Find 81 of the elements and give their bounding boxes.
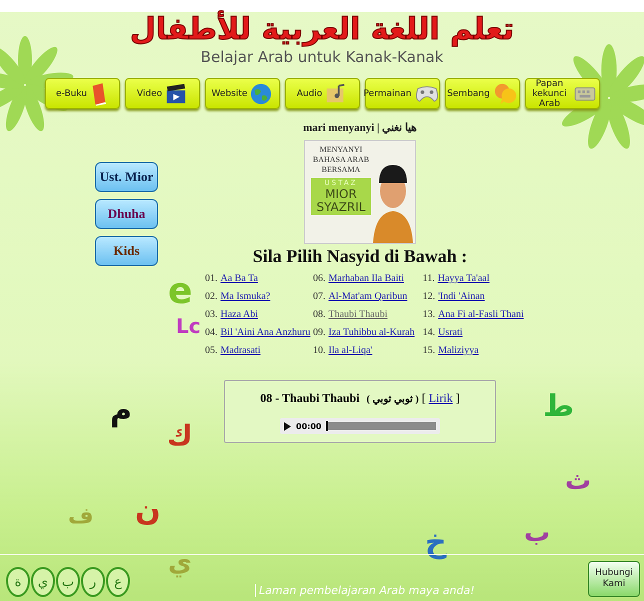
song-number: 11.	[422, 273, 435, 284]
floating-letter: ث	[565, 468, 592, 494]
song-link[interactable]: Ana Fi al-Fasli Thani	[438, 309, 524, 320]
music-folder-icon	[325, 82, 348, 104]
song-link[interactable]: Ila al-Liqa'	[328, 345, 372, 356]
globe-icon	[250, 82, 272, 104]
floating-letter: ن	[135, 496, 161, 526]
nav-button[interactable]: Video	[124, 78, 200, 109]
floating-letter: ف	[68, 506, 94, 528]
song-link[interactable]: Thaubi Thaubi	[328, 309, 388, 320]
banner-text: BERSAMA	[322, 165, 360, 175]
song-number: 04.	[205, 327, 218, 338]
song-link[interactable]: Marhaban Ila Baiti	[328, 273, 404, 284]
nav-button[interactable]: e-Buku	[44, 78, 120, 109]
nav-button[interactable]: Website	[204, 78, 280, 109]
song-number: 12.	[422, 291, 436, 302]
play-icon[interactable]	[284, 422, 291, 430]
song-link[interactable]: Maliziyya	[438, 345, 479, 356]
site-subtitle: Belajar Arab untuk Kanak-Kanak	[200, 48, 444, 66]
banner-text: SYAZRIL	[316, 201, 366, 214]
floating-letter: ي	[168, 550, 192, 576]
floating-letter: خ	[425, 528, 447, 558]
letter-pin: ر	[81, 567, 105, 597]
song-number: 02.	[205, 291, 218, 302]
gamepad-icon	[414, 84, 440, 104]
song-link[interactable]: Hayya Ta'aal	[438, 273, 490, 284]
song-number: 05.	[205, 345, 218, 356]
song-link[interactable]: Ma Ismuka?	[220, 291, 270, 302]
song-number: 03.	[205, 309, 218, 320]
clapperboard-icon	[165, 82, 188, 104]
keyboard-icon	[574, 86, 596, 102]
song-link[interactable]: 'Indi 'Ainan	[438, 291, 485, 302]
song-link[interactable]: Madrasati	[220, 345, 260, 356]
song-number: 14.	[422, 327, 436, 338]
nav-button[interactable]: Sembang	[444, 78, 520, 109]
banner-text: MENYANYI	[320, 145, 362, 155]
song-link[interactable]: Iza Tuhibbu al-Kurah	[328, 327, 415, 338]
side-button[interactable]: Ust. Mior	[95, 162, 158, 192]
side-button[interactable]: Kids	[95, 236, 158, 266]
song-link[interactable]: Bil 'Aini Ana Anzhuru	[220, 327, 310, 338]
letter-pin: ة	[6, 567, 30, 597]
banner-text: BAHASA ARAB	[312, 155, 370, 165]
letter-pin: ب	[56, 567, 80, 597]
book-icon	[90, 82, 108, 106]
floating-letter: ب	[524, 520, 550, 546]
song-link[interactable]: Aa Ba Ta	[220, 273, 258, 284]
letter-pin: ي	[31, 567, 55, 597]
floating-letter: ط	[543, 392, 574, 422]
bracket: ]	[456, 391, 460, 406]
site-title: تعلم اللغة العربية للأطفال	[130, 12, 514, 48]
footer-tagline: Laman pembelajaran Arab maya anda!	[255, 584, 475, 597]
lyrics-link[interactable]: Lirik	[428, 391, 453, 406]
time-display: 00:00	[296, 422, 322, 430]
side-button[interactable]: Dhuha	[95, 199, 158, 229]
list-heading: Sila Pilih Nasyid di Bawah :	[252, 246, 468, 267]
banner-text: MIOR	[325, 188, 357, 201]
song-number: 08.	[313, 309, 326, 320]
floating-letter: ك	[167, 422, 193, 450]
floating-letter: Lc	[176, 316, 201, 336]
progress-track[interactable]	[326, 422, 436, 430]
song-number: 07.	[313, 291, 326, 302]
song-number: 01.	[205, 273, 218, 284]
song-link[interactable]: Usrati	[438, 327, 463, 338]
song-link[interactable]: Haza Abi	[220, 309, 258, 320]
song-number: 13.	[422, 309, 436, 320]
song-link[interactable]: Al-Mat'am Qaribun	[328, 291, 408, 302]
track-title: 08 - Thaubi Thaubi	[260, 391, 360, 406]
song-number: 09.	[313, 327, 326, 338]
nav-button[interactable]: Papan kekunci Arab	[524, 78, 600, 109]
letter-pin: ع	[106, 567, 130, 597]
progress-handle[interactable]	[326, 421, 328, 431]
floating-letter: e	[168, 274, 192, 310]
track-arabic-title: ( ثوبي ثوبي )	[366, 393, 419, 405]
nav-button[interactable]: Audio	[284, 78, 360, 109]
contact-button[interactable]: Hubungi Kami	[588, 561, 640, 597]
song-number: 15.	[422, 345, 436, 356]
floating-letter: م	[110, 396, 132, 426]
speech-bubbles-icon	[492, 82, 517, 104]
song-number: 06.	[313, 273, 326, 284]
song-number: 10.	[313, 345, 326, 356]
bracket: [	[422, 391, 426, 406]
